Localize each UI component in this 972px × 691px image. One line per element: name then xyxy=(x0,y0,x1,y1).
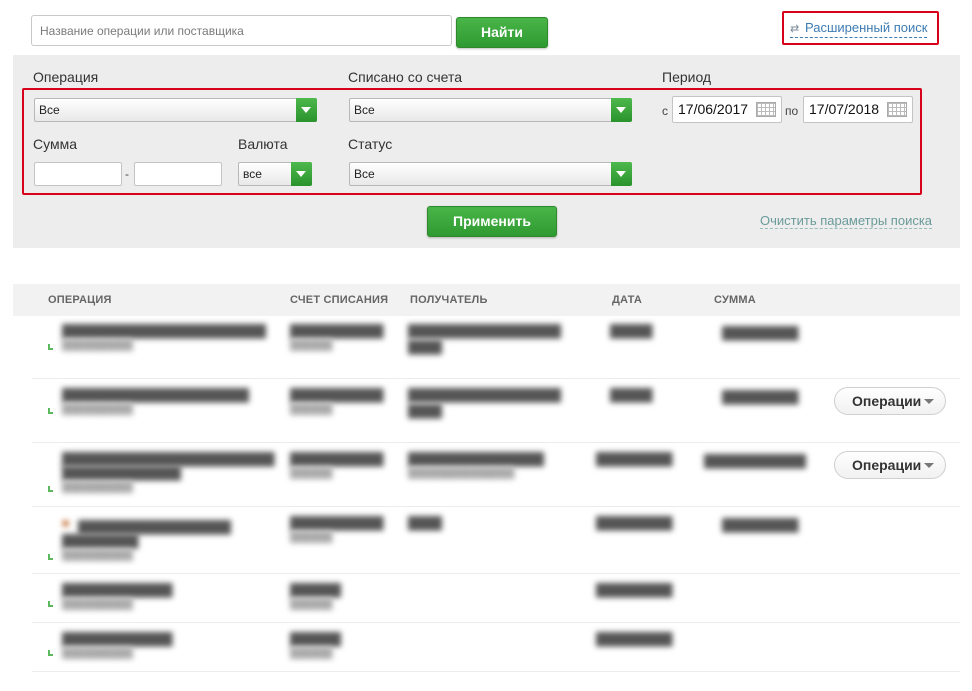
blurred-text: ██████████████████ xyxy=(408,324,562,338)
operations-button-label: Операции xyxy=(852,393,922,409)
account-label: Списано со счета xyxy=(348,69,463,85)
blurred-text: ██████████████████ xyxy=(408,388,562,402)
blurred-text: █████████████████████████ xyxy=(62,452,275,466)
search-input[interactable] xyxy=(31,15,452,46)
period-label: Период xyxy=(662,69,712,85)
apply-button[interactable]: Применить xyxy=(427,206,557,237)
advanced-search-label: Расширенный поиск xyxy=(805,20,928,35)
blurred-text: █████████ xyxy=(596,583,673,597)
blurred-text: ██████████████ xyxy=(62,466,182,480)
blurred-text: █████████ xyxy=(722,518,799,532)
status-check-icon xyxy=(48,650,53,656)
table-row[interactable]: ██████████████████████ ██████████ ██████… xyxy=(32,380,960,443)
table-row[interactable]: ■ ██████████████████ █████████ █████████… xyxy=(32,508,960,574)
blurred-text: ██████████ xyxy=(62,648,133,659)
column-header-date: ДАТА xyxy=(612,294,643,306)
find-button[interactable]: Найти xyxy=(456,17,548,48)
blurred-text: ████ xyxy=(408,516,443,530)
status-check-icon xyxy=(48,408,53,414)
clear-filters-link[interactable]: Очистить параметры поиска xyxy=(760,213,933,229)
status-check-icon xyxy=(48,601,53,607)
blurred-text: ██████ xyxy=(290,583,342,597)
blurred-text: ██████ xyxy=(290,599,333,610)
blurred-text: ██████████████████ xyxy=(78,520,232,534)
blurred-text: ██████ xyxy=(290,532,333,543)
blurred-text: █████████ xyxy=(596,632,673,646)
blurred-text: ████ xyxy=(408,404,443,418)
blurred-text: █████████ xyxy=(596,516,673,530)
operations-dropdown-button[interactable]: Операции xyxy=(834,451,946,479)
filter-settings-icon: ⇄ xyxy=(790,23,800,35)
table-row[interactable]: █████████████ ██████████ ██████ ██████ █… xyxy=(32,624,960,672)
blurred-text: ██████ xyxy=(290,404,333,415)
chevron-down-icon xyxy=(924,463,934,468)
blurred-text: ███████████████ xyxy=(408,468,515,479)
blurred-text: ████████████████ xyxy=(408,452,545,466)
status-check-icon xyxy=(48,344,53,350)
blurred-text: ███████████ xyxy=(290,324,384,338)
blurred-text: █████████████ xyxy=(62,583,173,597)
chevron-down-icon xyxy=(924,399,934,404)
blurred-text: ██████████ xyxy=(62,404,133,415)
blurred-text: █████████ xyxy=(722,390,799,404)
column-header-account: СЧЕТ СПИСАНИЯ xyxy=(290,294,389,306)
blurred-text: ████████████████████████ xyxy=(62,324,267,338)
blurred-text: ██████ xyxy=(290,468,333,479)
blurred-text: █████████ xyxy=(722,326,799,340)
blurred-text: ██████████ xyxy=(62,550,133,561)
status-check-icon xyxy=(48,554,53,560)
operation-label: Операция xyxy=(33,69,99,85)
operations-button-label: Операции xyxy=(852,457,922,473)
table-row[interactable]: ████████████████████████ ██████████ ████… xyxy=(32,316,960,379)
blurred-text: ██████ xyxy=(290,340,333,351)
blurred-text: ██████ xyxy=(290,632,342,646)
advanced-search-link[interactable]: ⇄ Расширенный поиск xyxy=(790,20,928,38)
blurred-text: ███████████ xyxy=(290,388,384,402)
column-header-amount: СУММА xyxy=(714,294,756,306)
blurred-text: █████ xyxy=(610,324,653,338)
operations-dropdown-button[interactable]: Операции xyxy=(834,387,946,415)
blurred-text: ███████████ xyxy=(290,452,384,466)
blurred-text: ██████████ xyxy=(62,599,133,610)
blurred-text: █████████████ xyxy=(62,632,173,646)
blurred-text: ██████████ xyxy=(62,482,133,493)
filters-highlight xyxy=(22,88,922,195)
column-header-operation: ОПЕРАЦИЯ xyxy=(48,294,112,306)
column-header-recipient: ПОЛУЧАТЕЛЬ xyxy=(410,294,488,306)
table-row[interactable]: █████████████████████████ ██████████████… xyxy=(32,444,960,507)
blurred-text: █████████ xyxy=(596,452,673,466)
blurred-text: ██████ xyxy=(290,648,333,659)
blurred-text: █████████ xyxy=(62,534,139,548)
blurred-text: ███████████ xyxy=(290,516,384,530)
blurred-icon: ■ xyxy=(62,516,70,530)
blurred-text: ██████████████████████ xyxy=(62,388,250,402)
blurred-text: ████████████ xyxy=(704,454,807,468)
table-row[interactable]: █████████████ ██████████ ██████ ██████ █… xyxy=(32,575,960,623)
blurred-text: ████ xyxy=(408,340,443,354)
blurred-text: █████ xyxy=(610,388,653,402)
blurred-text: ██████████ xyxy=(62,340,133,351)
status-check-icon xyxy=(48,486,53,492)
